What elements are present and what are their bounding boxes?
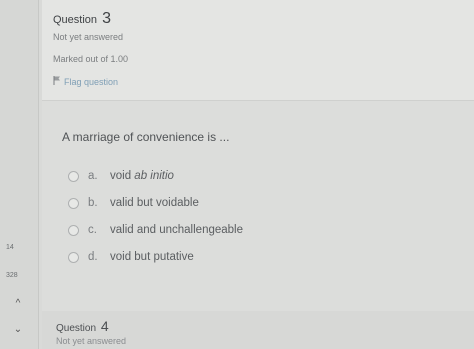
radio-icon[interactable]	[68, 251, 79, 263]
question-state: Not yet answered	[56, 336, 127, 346]
option-letter: d.	[88, 251, 98, 263]
nav-number: 328	[6, 272, 18, 279]
option-letter: c.	[88, 224, 97, 236]
chevron-up-icon[interactable]: ^	[12, 298, 24, 310]
question-grade: Marked out of 1.00	[53, 54, 129, 64]
radio-icon[interactable]	[68, 224, 79, 236]
option-letter: b.	[88, 197, 98, 209]
flag-question-label: Flag question	[64, 76, 119, 87]
question-number-value: 4	[100, 318, 109, 334]
question-info-panel: Question 3 Not yet answered Marked out o…	[42, 0, 474, 101]
question-content: A marriage of convenience is ... a. void…	[42, 101, 474, 311]
option-text: valid but voidable	[110, 197, 199, 209]
question-number-value: 3	[102, 10, 111, 27]
question-number: Question 4	[56, 318, 109, 334]
option-text: void ab initio	[110, 170, 174, 182]
flag-question-link[interactable]: Flag question	[53, 76, 118, 87]
quiz-navigation-strip: 14 328 ^ ⌄	[0, 0, 39, 349]
option-text: valid and unchallengeable	[110, 224, 243, 236]
radio-icon[interactable]	[68, 197, 79, 209]
answer-option-a[interactable]: a. void ab initio	[68, 170, 174, 182]
radio-icon[interactable]	[68, 170, 79, 182]
option-text: void but putative	[110, 251, 194, 263]
nav-number: 14	[6, 244, 14, 251]
question-number: Question 3	[53, 10, 111, 28]
chevron-down-icon[interactable]: ⌄	[12, 324, 24, 336]
question-state: Not yet answered	[53, 32, 124, 42]
answer-option-d[interactable]: d. void but putative	[68, 251, 194, 263]
answer-option-c[interactable]: c. valid and unchallengeable	[68, 224, 243, 236]
next-question-info: Question 4 Not yet answered	[42, 311, 474, 349]
question-text: A marriage of convenience is ...	[62, 130, 230, 144]
question-label: Question	[56, 323, 97, 334]
option-letter: a.	[88, 170, 98, 182]
flag-icon	[53, 76, 61, 87]
question-label: Question	[53, 14, 98, 26]
answer-option-b[interactable]: b. valid but voidable	[68, 197, 199, 209]
